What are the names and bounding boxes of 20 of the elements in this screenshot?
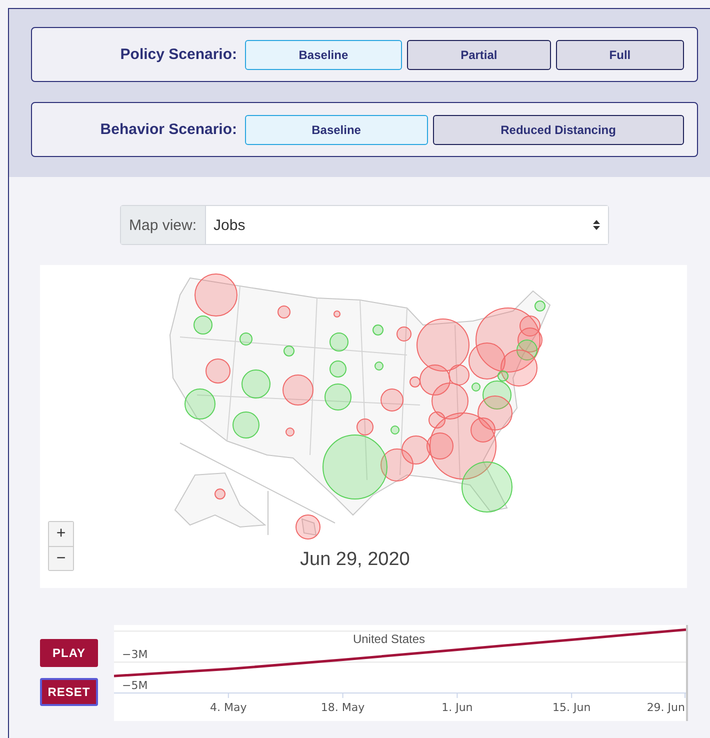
map-date: Jun 29, 2020 (300, 549, 410, 571)
x-tick-label: 4. May (210, 701, 247, 714)
x-tick-label: 15. Jun (552, 701, 591, 714)
x-tick-label: 29. Jun (646, 701, 685, 714)
chart-title: United States (352, 632, 426, 646)
zoom-out-button[interactable]: − (49, 546, 73, 570)
zoom-in-button[interactable]: + (49, 522, 73, 546)
behavior-scenario-label: Behavior Scenario: (99, 121, 238, 138)
playback-button[interactable]: RESET (40, 678, 98, 706)
scenario-option-button[interactable]: Baseline (245, 114, 428, 144)
x-tick-label: 1. Jun (442, 701, 473, 714)
policy-scenario-label: Policy Scenario: (119, 46, 238, 63)
scenario-option-button[interactable]: Partial (406, 40, 551, 70)
scenario-option-button[interactable]: Full (556, 40, 684, 70)
scenario-option-button[interactable]: Baseline (245, 40, 402, 70)
y-tick-label: −5M (122, 679, 148, 692)
scenario-option-button[interactable]: Reduced Distancing (432, 114, 684, 144)
x-tick-label: 18. May (320, 701, 365, 714)
playback-button[interactable]: PLAY (40, 639, 98, 667)
y-tick-label: −3M (122, 648, 148, 662)
